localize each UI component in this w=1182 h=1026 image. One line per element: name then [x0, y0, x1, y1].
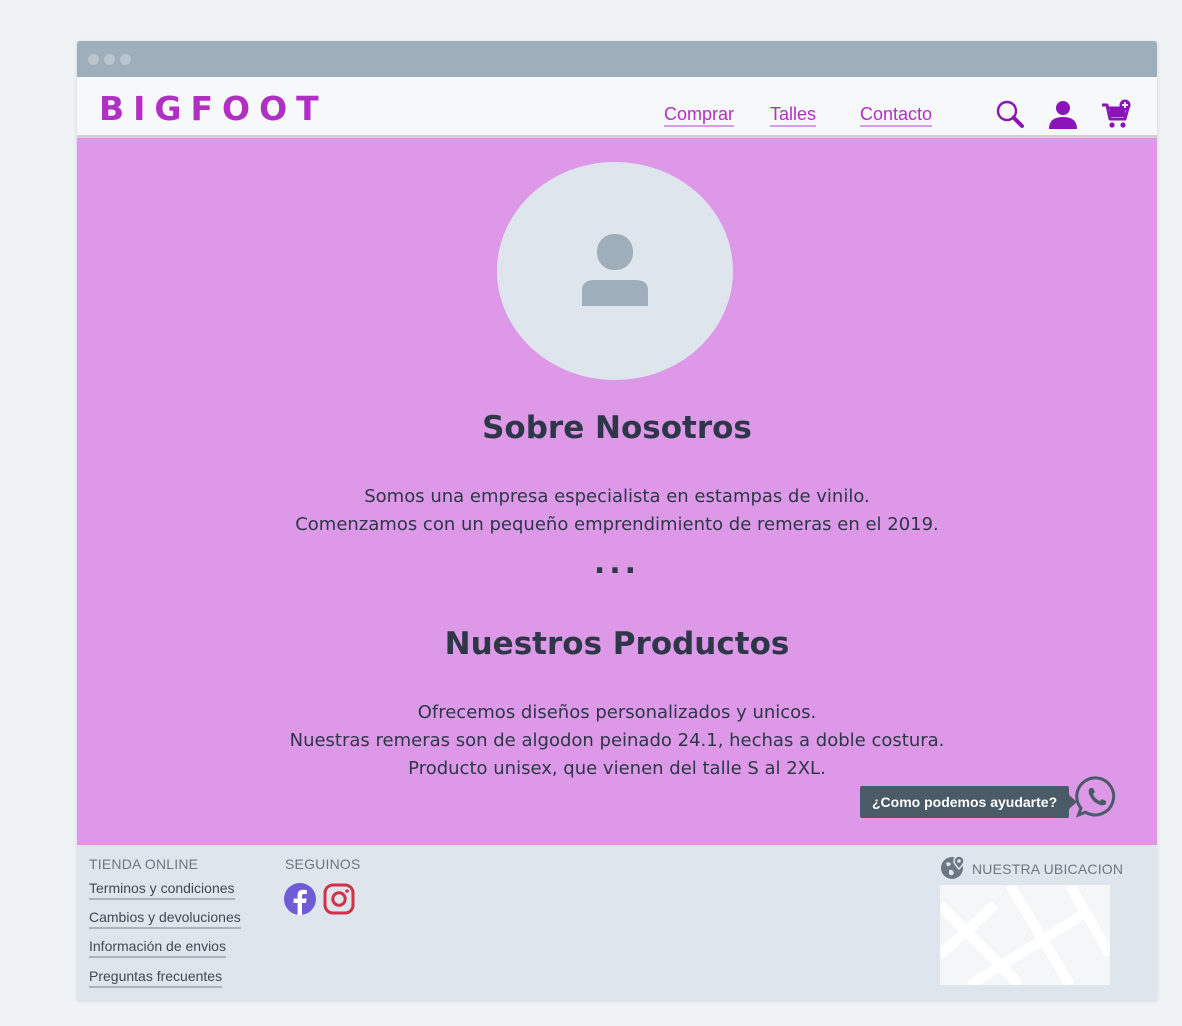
chat-help-bubble[interactable]: ¿Como podemos ayudarte? — [860, 786, 1078, 818]
person-placeholder-icon — [582, 234, 648, 306]
section-divider-ellipsis: ... — [593, 546, 641, 581]
user-icon[interactable] — [1048, 99, 1078, 129]
window-maximize-dot[interactable] — [120, 54, 131, 65]
top-navbar: BIGFOOT Comprar Talles Contacto — [77, 77, 1157, 138]
footer-location-heading: NUESTRA UBICACION — [972, 861, 1124, 877]
about-line-1: Somos una empresa especialista en estamp… — [364, 486, 870, 507]
footer-link-envios[interactable]: Información de envios — [89, 938, 226, 958]
cart-icon[interactable] — [1101, 99, 1131, 129]
window-titlebar — [77, 41, 1157, 77]
about-title: Sobre Nosotros — [482, 410, 752, 446]
globe-pin-icon — [941, 855, 965, 879]
products-line-2: Nuestras remeras son de algodon peinado … — [289, 730, 945, 751]
location-map[interactable] — [940, 885, 1110, 985]
facebook-icon[interactable] — [284, 883, 316, 915]
page-footer: TIENDA ONLINE Terminos y condiciones Cam… — [77, 845, 1157, 1000]
products-line-1: Ofrecemos diseños personalizados y unico… — [417, 702, 817, 723]
footer-store-heading: TIENDA ONLINE — [89, 856, 199, 872]
search-icon[interactable] — [995, 99, 1025, 129]
footer-link-cambios[interactable]: Cambios y devoluciones — [89, 909, 241, 929]
nav-link-contacto[interactable]: Contacto — [860, 104, 933, 127]
hero-section: Sobre Nosotros Somos una empresa especia… — [77, 138, 1157, 845]
brand-logo[interactable]: BIGFOOT — [99, 89, 328, 128]
footer-link-terminos[interactable]: Terminos y condiciones — [89, 880, 235, 900]
window-minimize-dot[interactable] — [104, 54, 115, 65]
nav-link-talles[interactable]: Talles — [770, 104, 817, 127]
nav-link-comprar[interactable]: Comprar — [664, 104, 735, 127]
footer-follow-heading: SEGUINOS — [285, 856, 361, 872]
window-close-dot[interactable] — [88, 54, 99, 65]
whatsapp-icon[interactable] — [1075, 775, 1119, 819]
products-line-3: Producto unisex, que vienen del talle S … — [408, 758, 826, 779]
instagram-icon[interactable] — [323, 883, 355, 915]
about-line-2: Comenzamos con un pequeño emprendimiento… — [295, 514, 939, 535]
products-title: Nuestros Productos — [444, 626, 790, 662]
footer-link-faq[interactable]: Preguntas frecuentes — [89, 968, 223, 988]
browser-window: BIGFOOT Comprar Talles Contacto Sobre No… — [77, 41, 1157, 1000]
avatar — [497, 162, 733, 380]
